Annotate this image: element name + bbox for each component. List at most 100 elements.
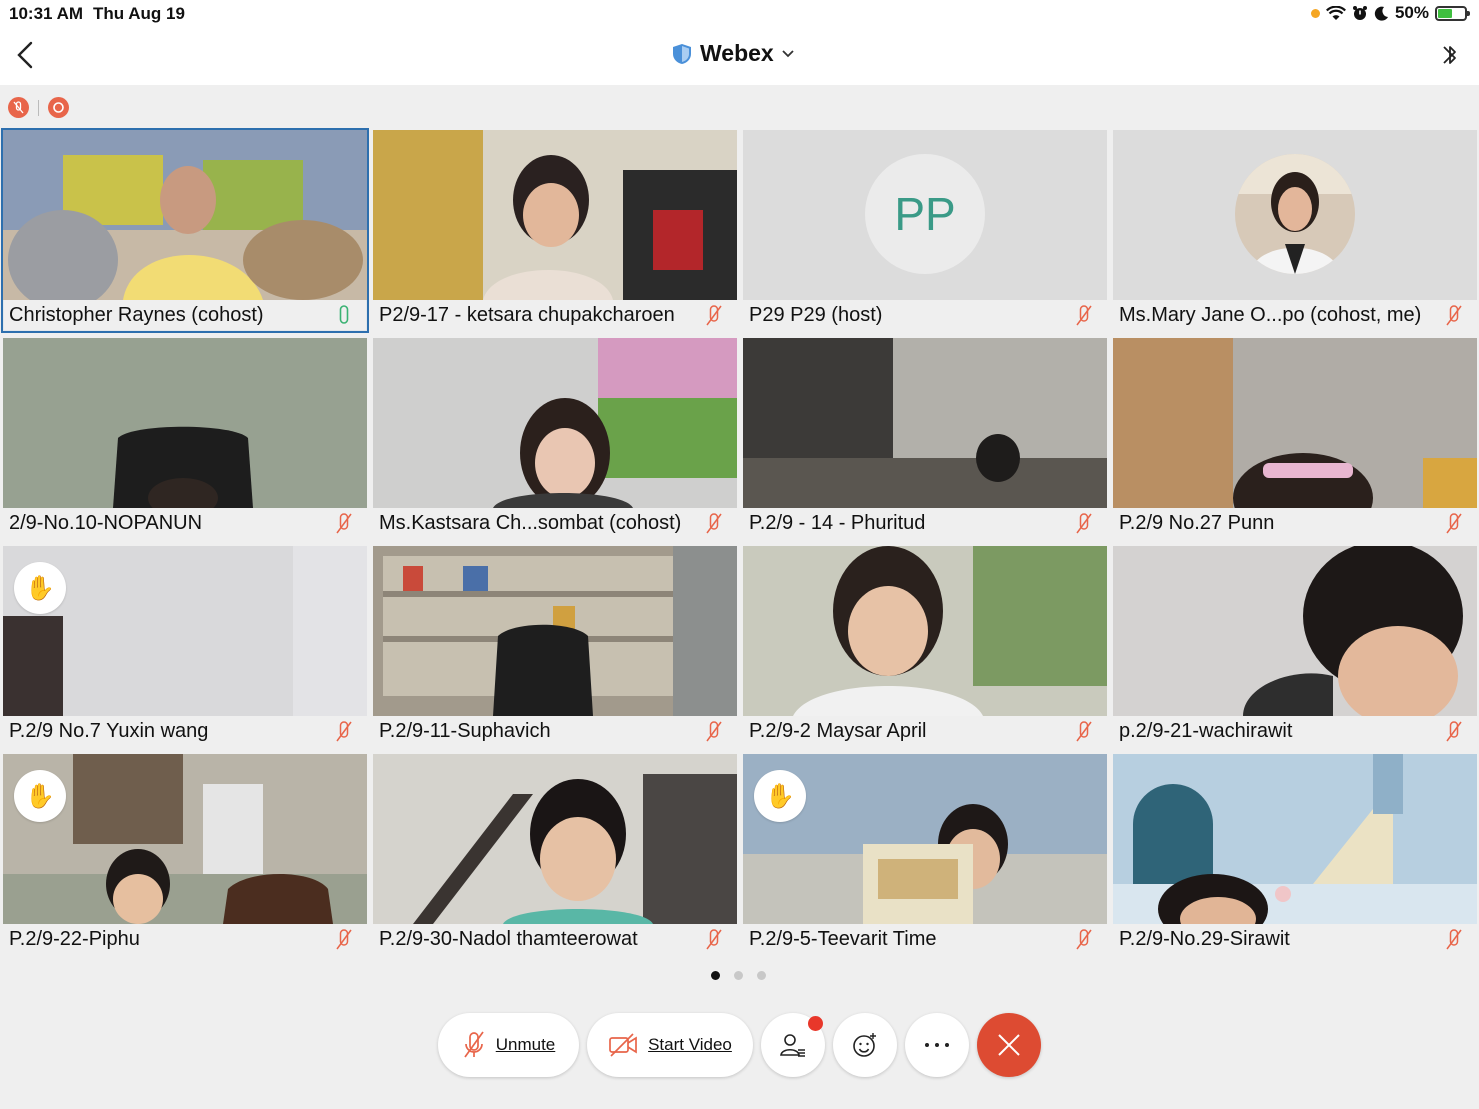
mic-muted-icon	[1076, 720, 1092, 741]
do-not-disturb-moon-icon	[1374, 6, 1388, 21]
chevron-down-icon	[782, 49, 794, 57]
participant-video	[373, 338, 737, 508]
participant-name: 2/9-No.10-NOPANUN	[9, 512, 203, 534]
page-dot-active[interactable]	[711, 971, 720, 980]
recording-indicator-icon	[48, 97, 69, 118]
participant-tile[interactable]: p.2/9-21-wachirawit	[1113, 546, 1477, 747]
participant-name: P.2/9-11-Suphavich	[379, 720, 551, 742]
battery-percent: 50%	[1394, 3, 1429, 22]
indicator-divider	[38, 99, 39, 116]
participant-tile[interactable]: PP P29 P29 (host)	[743, 130, 1107, 331]
status-right: 50%	[1310, 3, 1470, 23]
participant-tile[interactable]: P.2/9-11-Suphavich	[373, 546, 737, 747]
mic-muted-icon	[706, 512, 722, 533]
raised-hand-icon: ✋	[754, 770, 806, 822]
participant-name: Ms.Mary Jane O...po (cohost, me)	[1119, 304, 1422, 326]
participant-name: P.2/9 No.7 Yuxin wang	[9, 720, 209, 742]
page-indicator[interactable]	[711, 971, 766, 980]
participant-video	[373, 546, 737, 716]
participant-tile[interactable]: P.2/9-No.29-Sirawit	[1113, 754, 1477, 955]
muted-indicator-icon	[8, 97, 29, 118]
participant-tile[interactable]: P.2/9 No.27 Punn	[1113, 338, 1477, 539]
participant-namebar: p.2/9-21-wachirawit	[1113, 716, 1477, 747]
mic-muted-icon	[1076, 512, 1092, 533]
participant-name: P.2/9-5-Teevarit Time	[749, 928, 937, 950]
participant-namebar: P.2/9 No.7 Yuxin wang	[3, 716, 367, 747]
participant-video	[373, 754, 737, 924]
unmute-button[interactable]: Unmute	[438, 1013, 579, 1077]
participant-namebar: Ms.Mary Jane O...po (cohost, me)	[1113, 300, 1477, 331]
participant-name: P.2/9-30-Nadol thamteerowat	[379, 928, 638, 950]
participant-tile[interactable]: Ms.Kastsara Ch...sombat (cohost)	[373, 338, 737, 539]
mic-active-icon	[339, 304, 349, 324]
status-bar: 10:31 AM Thu Aug 19 50%	[0, 0, 1479, 28]
participant-namebar: P.2/9-5-Teevarit Time	[743, 924, 1107, 955]
nav-bar: Webex	[0, 28, 1479, 85]
start-video-label: Start Video	[648, 1035, 732, 1054]
participant-namebar: P.2/9-No.29-Sirawit	[1113, 924, 1477, 955]
participant-grid: Christopher Raynes (cohost) P2/9-17 - ke…	[1, 128, 1477, 955]
participant-video	[373, 130, 737, 300]
mic-muted-icon	[464, 1031, 484, 1058]
secure-shield-icon	[673, 43, 691, 64]
participant-tile[interactable]: ✋ P.2/9 No.7 Yuxin wang	[3, 546, 367, 747]
participant-tile[interactable]: P.2/9 - 14 - Phuritud	[743, 338, 1107, 539]
more-options-button[interactable]	[905, 1013, 969, 1077]
start-video-button[interactable]: Start Video	[587, 1013, 753, 1077]
notification-badge	[808, 1016, 823, 1031]
mic-muted-icon	[336, 720, 352, 741]
mic-muted-icon	[336, 512, 352, 533]
participant-name: P.2/9-2 Maysar April	[749, 720, 927, 742]
participant-video	[3, 338, 367, 508]
participant-video	[1113, 338, 1477, 508]
participant-namebar: P29 P29 (host)	[743, 300, 1107, 331]
page-dot[interactable]	[757, 971, 766, 980]
mic-muted-icon	[1446, 928, 1462, 949]
page-dot[interactable]	[734, 971, 743, 980]
participant-name: P.2/9 No.27 Punn	[1119, 512, 1275, 534]
participant-namebar: P2/9-17 - ketsara chupakcharoen	[373, 300, 737, 331]
participants-button[interactable]	[761, 1013, 825, 1077]
participant-tile[interactable]: P.2/9-30-Nadol thamteerowat	[373, 754, 737, 955]
participant-namebar: P.2/9-2 Maysar April	[743, 716, 1107, 747]
participant-name: P.2/9-No.29-Sirawit	[1119, 928, 1290, 950]
raised-hand-icon: ✋	[14, 562, 66, 614]
participant-tile[interactable]: ✋ P.2/9-22-Piphu	[3, 754, 367, 955]
mic-muted-icon	[1076, 928, 1092, 949]
alarm-icon	[1352, 6, 1367, 20]
meeting-title-menu[interactable]: Webex	[672, 40, 794, 67]
participant-namebar: Ms.Kastsara Ch...sombat (cohost)	[373, 508, 737, 539]
reactions-button[interactable]	[833, 1013, 897, 1077]
meeting-title: Webex	[700, 40, 774, 66]
leave-meeting-button[interactable]	[977, 1013, 1041, 1077]
unmute-label: Unmute	[495, 1035, 556, 1054]
mic-muted-icon	[336, 928, 352, 949]
back-chevron-icon[interactable]	[14, 40, 44, 70]
participant-name: P2/9-17 - ketsara chupakcharoen	[379, 304, 675, 326]
participant-tile[interactable]: Ms.Mary Jane O...po (cohost, me)	[1113, 130, 1477, 331]
participant-namebar: Christopher Raynes (cohost)	[3, 300, 367, 331]
participant-tile[interactable]: 2/9-No.10-NOPANUN	[3, 338, 367, 539]
raised-hand-icon: ✋	[14, 770, 66, 822]
participant-tile[interactable]: P.2/9-2 Maysar April	[743, 546, 1107, 747]
privacy-dot-icon	[1310, 8, 1320, 18]
participant-tile[interactable]: ✋ P.2/9-5-Teevarit Time	[743, 754, 1107, 955]
participant-namebar: P.2/9-30-Nadol thamteerowat	[373, 924, 737, 955]
participant-namebar: P.2/9 - 14 - Phuritud	[743, 508, 1107, 539]
meeting-indicators	[8, 97, 69, 118]
participant-name: P29 P29 (host)	[749, 304, 883, 326]
participant-tile[interactable]: Christopher Raynes (cohost)	[1, 128, 369, 333]
participant-initials-avatar: PP	[865, 154, 985, 274]
participant-video	[1113, 754, 1477, 924]
mic-muted-icon	[1076, 304, 1092, 325]
participant-name: Christopher Raynes (cohost)	[9, 304, 264, 326]
video-off-icon	[609, 1033, 637, 1057]
mic-muted-icon	[1446, 720, 1462, 741]
participant-name: p.2/9-21-wachirawit	[1119, 720, 1293, 742]
mic-muted-icon	[706, 720, 722, 741]
participant-namebar: P.2/9 No.27 Punn	[1113, 508, 1477, 539]
participant-tile[interactable]: P2/9-17 - ketsara chupakcharoen	[373, 130, 737, 331]
participant-video	[743, 338, 1107, 508]
status-date: Thu Aug 19	[93, 4, 185, 23]
bluetooth-icon[interactable]	[1439, 38, 1461, 72]
